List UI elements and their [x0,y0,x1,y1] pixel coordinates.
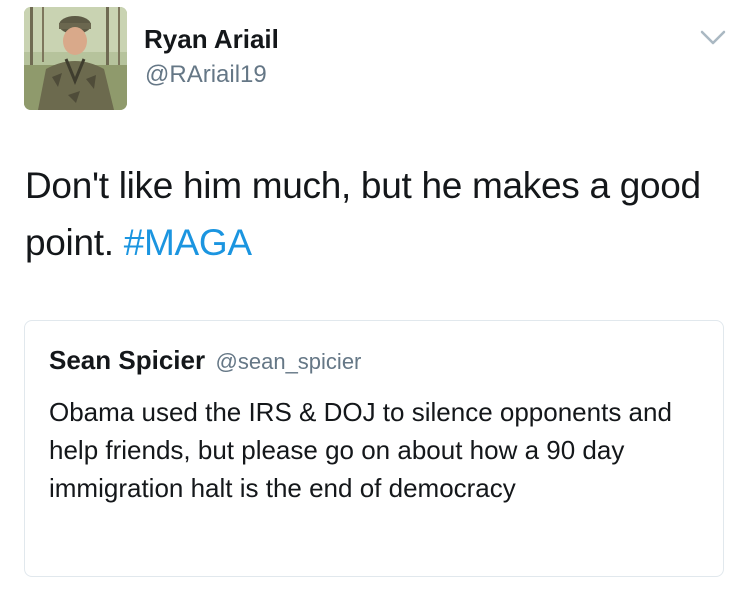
quoted-tweet-header: Sean Spicier @sean_spicier [49,345,361,376]
tweet-text: Don't like him much, but he makes a good… [25,157,725,271]
quoted-author-handle: @sean_spicier [215,349,362,374]
chevron-down-icon[interactable] [700,30,726,46]
author-name[interactable]: Ryan Ariail [144,24,279,55]
quoted-tweet-text: Obama used the IRS & DOJ to silence oppo… [49,397,672,503]
author-handle[interactable]: @RAriail19 [145,61,267,89]
quoted-tweet-card[interactable]: Sean Spicier @sean_spicier Obama used th… [24,320,724,577]
hashtag-link[interactable]: #MAGA [124,222,252,263]
quoted-author-name: Sean Spicier [49,345,206,375]
avatar[interactable] [24,7,127,110]
